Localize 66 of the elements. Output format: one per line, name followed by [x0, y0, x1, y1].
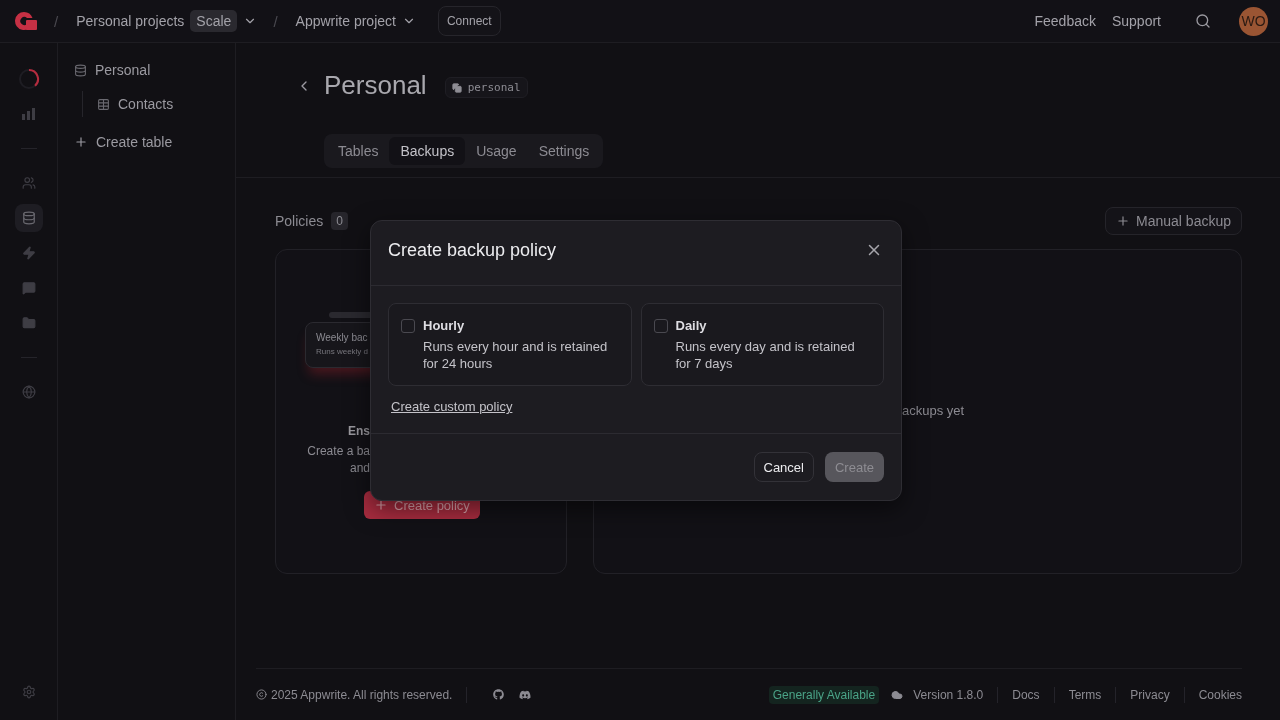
nav-button[interactable]: [14, 204, 43, 232]
status-badge: Generally Available: [768, 685, 880, 704]
table-item[interactable]: Contacts: [97, 91, 235, 117]
discord-icon[interactable]: [519, 688, 532, 701]
page-title: Personal: [324, 70, 427, 101]
count-badge: 0: [331, 212, 348, 230]
database-item[interactable]: Personal: [74, 57, 235, 83]
connect-button[interactable]: Connect: [437, 6, 501, 36]
footer-link[interactable]: Docs: [1012, 687, 1040, 702]
policy-option[interactable]: Daily Runs every day and is retained for 7 days: [640, 303, 884, 386]
empty-text: ackups yet: [902, 403, 965, 418]
globe-icon: [21, 385, 36, 399]
logo[interactable]: [14, 11, 38, 31]
users-icon: [21, 176, 36, 190]
manual-backup-button[interactable]: Manual backup: [1105, 207, 1242, 235]
section-title: Policies: [275, 213, 324, 229]
plus-icon: [1116, 214, 1131, 228]
progress-ring-icon: [17, 68, 40, 90]
cloud-icon: [891, 688, 904, 701]
settings-icon: [21, 685, 36, 699]
breadcrumb-separator: /: [273, 12, 278, 30]
github-icon[interactable]: [493, 689, 505, 700]
plan-badge: Scale: [190, 10, 238, 32]
tab[interactable]: Tables: [327, 137, 390, 165]
breadcrumb-separator: /: [54, 12, 59, 30]
header-link[interactable]: Support: [1111, 13, 1161, 29]
database-icon: [21, 211, 36, 225]
custom-policy-link[interactable]: Create custom policy: [391, 399, 513, 414]
tab[interactable]: Usage: [465, 137, 528, 165]
table-name: Contacts: [118, 96, 174, 112]
footer-link[interactable]: Terms: [1068, 687, 1102, 702]
tab[interactable]: Backups: [389, 137, 466, 165]
empty-text: and: [348, 460, 370, 477]
preview-title: Weekly bac: [316, 332, 369, 343]
option-title: Daily: [675, 318, 708, 333]
policy-option[interactable]: Hourly Runs every hour and is retained for 24 hours: [388, 303, 632, 386]
search-icon[interactable]: [1195, 13, 1211, 29]
database-icon: [74, 63, 87, 77]
footer-link[interactable]: Cookies: [1198, 687, 1242, 702]
dialog-title: Create backup policy: [388, 239, 557, 261]
footer-link[interactable]: Privacy: [1130, 687, 1170, 702]
checkbox[interactable]: [401, 319, 415, 333]
database-name: Personal: [95, 62, 151, 78]
plus-icon: [74, 135, 88, 149]
plus-icon: [374, 498, 388, 512]
chart-icon: [22, 108, 35, 120]
option-description: Runs every day and is retained for 7 days: [675, 338, 856, 372]
version-text: Version 1.8.0: [913, 687, 984, 702]
option-description: Runs every hour and is retained for 24 hours: [423, 338, 609, 372]
empty-title: Ens: [347, 423, 370, 440]
table-icon: [97, 97, 110, 111]
copyright-text: 2025 Appwrite. All rights reserved.: [271, 687, 453, 702]
option-title: Hourly: [423, 318, 466, 333]
lightning-icon: [21, 246, 36, 260]
checkbox[interactable]: [653, 319, 668, 333]
folder-icon: [21, 316, 36, 330]
breadcrumb[interactable]: Personal projects Scale: [76, 10, 258, 32]
breadcrumb[interactable]: Appwrite project: [295, 13, 416, 29]
empty-text: Create a ba: [306, 443, 370, 460]
chat-icon: [21, 281, 36, 295]
header-link[interactable]: Feedback: [1034, 13, 1096, 29]
create-table-link[interactable]: Create table: [74, 129, 235, 155]
copyright-icon: [256, 689, 267, 700]
cancel-button[interactable]: Cancel: [753, 452, 814, 482]
id-badge[interactable]: personal: [444, 77, 528, 98]
tab[interactable]: Settings: [527, 137, 601, 165]
